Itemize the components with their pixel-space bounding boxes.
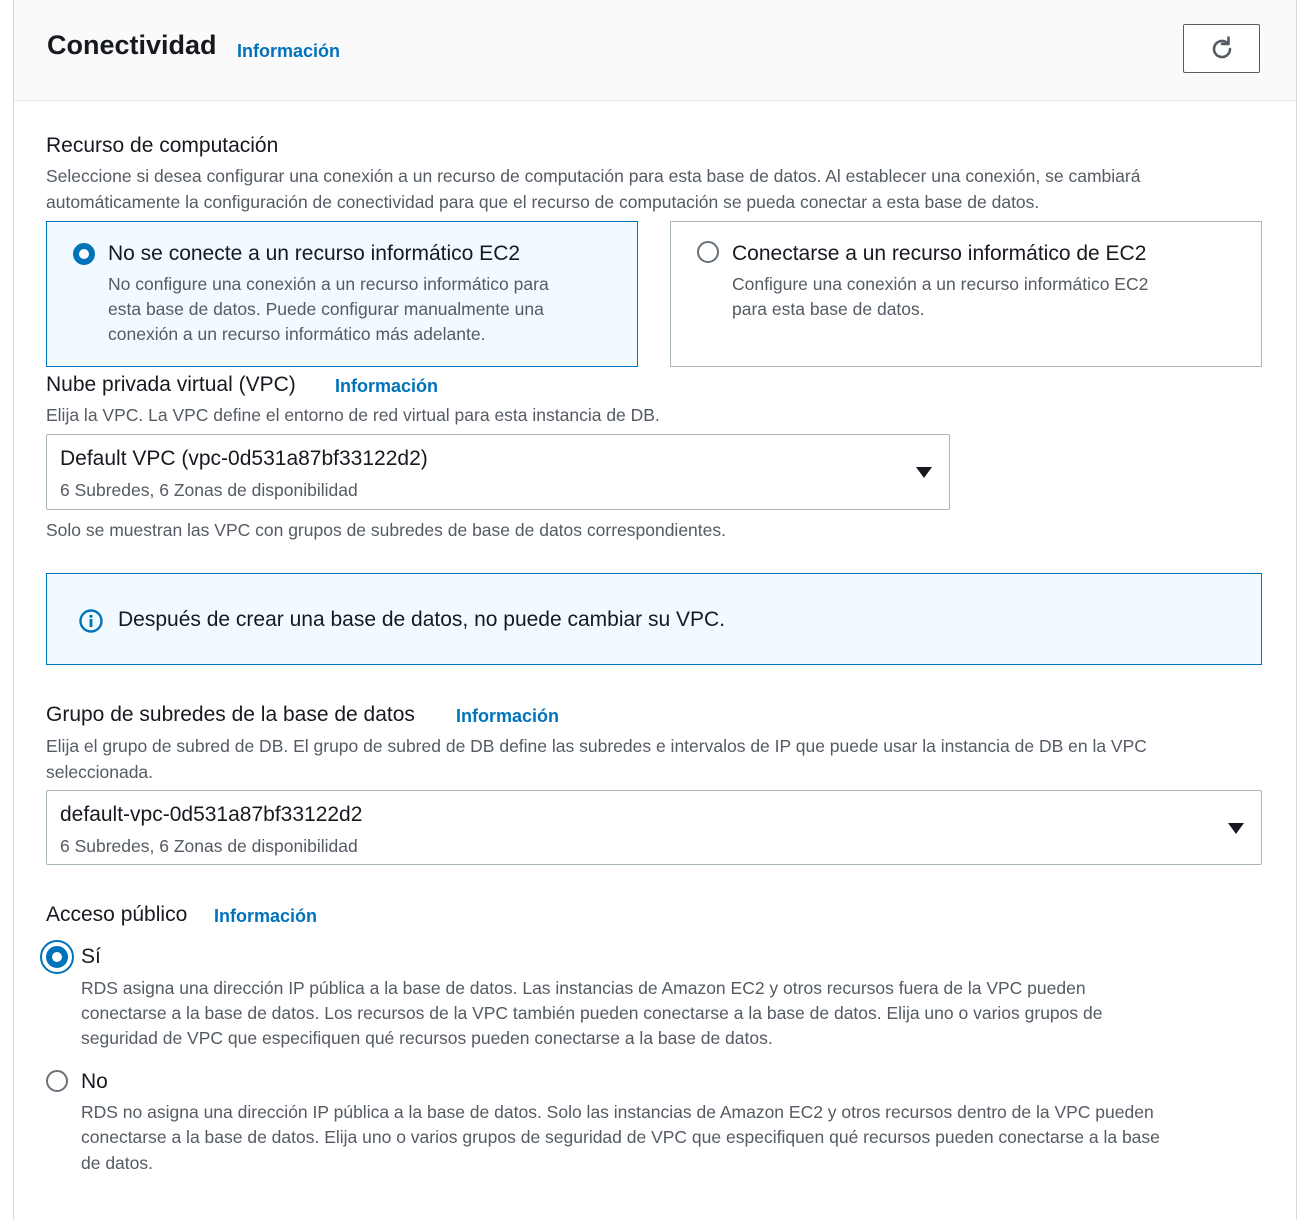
tile-connect-ec2-desc-2: para esta base de datos. bbox=[732, 299, 925, 319]
subnet-group-info-link[interactable]: Información bbox=[456, 706, 559, 727]
tile-no-ec2-title: No se conecte a un recurso informático E… bbox=[108, 242, 521, 265]
public-no-desc-2: conectarse a la base de datos. Elija uno… bbox=[81, 1127, 1160, 1147]
subnet-group-label: Grupo de subredes de la base de datos bbox=[46, 703, 415, 726]
info-circle-icon bbox=[79, 609, 103, 633]
public-access-label: Acceso público bbox=[46, 903, 188, 926]
page-title: Conectividad bbox=[47, 30, 217, 60]
vpc-info-alert: Después de crear una base de datos, no p… bbox=[46, 573, 1262, 665]
subnet-group-description-2: seleccionada. bbox=[46, 762, 154, 782]
vpc-description: Elija la VPC. La VPC define el entorno d… bbox=[46, 405, 660, 425]
vpc-info-link[interactable]: Información bbox=[335, 376, 438, 397]
subnet-group-select-value: default-vpc-0d531a87bf33122d2 bbox=[60, 803, 363, 826]
radio-connect-ec2[interactable] bbox=[697, 241, 719, 263]
tile-connect-ec2-desc-1: Configure una conexión a un recurso info… bbox=[732, 274, 1149, 294]
public-access-info-link[interactable]: Información bbox=[214, 906, 317, 927]
refresh-button[interactable] bbox=[1183, 24, 1260, 73]
refresh-icon bbox=[1212, 35, 1231, 58]
public-yes-title: Sí bbox=[81, 945, 101, 968]
caret-down-icon bbox=[1228, 823, 1244, 834]
public-yes-desc-2: conectarse a la base de datos. Los recur… bbox=[81, 1003, 1103, 1023]
radio-public-no[interactable] bbox=[46, 1070, 68, 1092]
title-info-link[interactable]: Información bbox=[237, 41, 340, 62]
radio-public-yes[interactable] bbox=[46, 946, 68, 968]
compute-resource-description-1: Seleccione si desea configurar una conex… bbox=[46, 166, 1141, 186]
vpc-hint: Solo se muestran las VPC con grupos de s… bbox=[46, 520, 726, 540]
public-yes-desc-1: RDS asigna una dirección IP pública a la… bbox=[81, 978, 1086, 998]
tile-connect-ec2[interactable]: Conectarse a un recurso informático de E… bbox=[670, 221, 1262, 367]
caret-down-icon bbox=[916, 467, 932, 478]
panel-header: Conectividad Información bbox=[14, 0, 1296, 101]
tile-no-ec2-desc-1: No configure una conexión a un recurso i… bbox=[108, 274, 549, 294]
vpc-select-sub: 6 Subredes, 6 Zonas de disponibilidad bbox=[60, 480, 358, 500]
alert-text: Después de crear una base de datos, no p… bbox=[118, 608, 726, 631]
public-no-desc-3: de datos. bbox=[81, 1153, 153, 1173]
public-yes-desc-3: seguridad de VPC que especifiquen qué re… bbox=[81, 1028, 773, 1048]
subnet-group-select[interactable]: default-vpc-0d531a87bf33122d2 6 Subredes… bbox=[46, 790, 1262, 865]
public-no-desc-1: RDS no asigna una dirección IP pública a… bbox=[81, 1102, 1154, 1122]
subnet-group-select-sub: 6 Subredes, 6 Zonas de disponibilidad bbox=[60, 836, 358, 856]
vpc-select[interactable]: Default VPC (vpc-0d531a87bf33122d2) 6 Su… bbox=[46, 434, 950, 510]
compute-resource-label: Recurso de computación bbox=[46, 134, 279, 157]
compute-resource-description-2: automáticamente la configuración de cone… bbox=[46, 192, 1040, 212]
tile-connect-ec2-title: Conectarse a un recurso informático de E… bbox=[732, 242, 1147, 265]
tile-no-ec2[interactable]: No se conecte a un recurso informático E… bbox=[46, 221, 638, 367]
public-no-title: No bbox=[81, 1070, 108, 1093]
subnet-group-description-1: Elija el grupo de subred de DB. El grupo… bbox=[46, 736, 1147, 756]
tile-no-ec2-desc-2: esta base de datos. Puede configurar man… bbox=[108, 299, 544, 319]
vpc-label: Nube privada virtual (VPC) bbox=[46, 373, 296, 396]
vpc-select-value: Default VPC (vpc-0d531a87bf33122d2) bbox=[60, 447, 428, 470]
tile-no-ec2-desc-3: conexión a un recurso informático más ad… bbox=[108, 324, 486, 344]
radio-no-ec2[interactable] bbox=[73, 243, 95, 265]
